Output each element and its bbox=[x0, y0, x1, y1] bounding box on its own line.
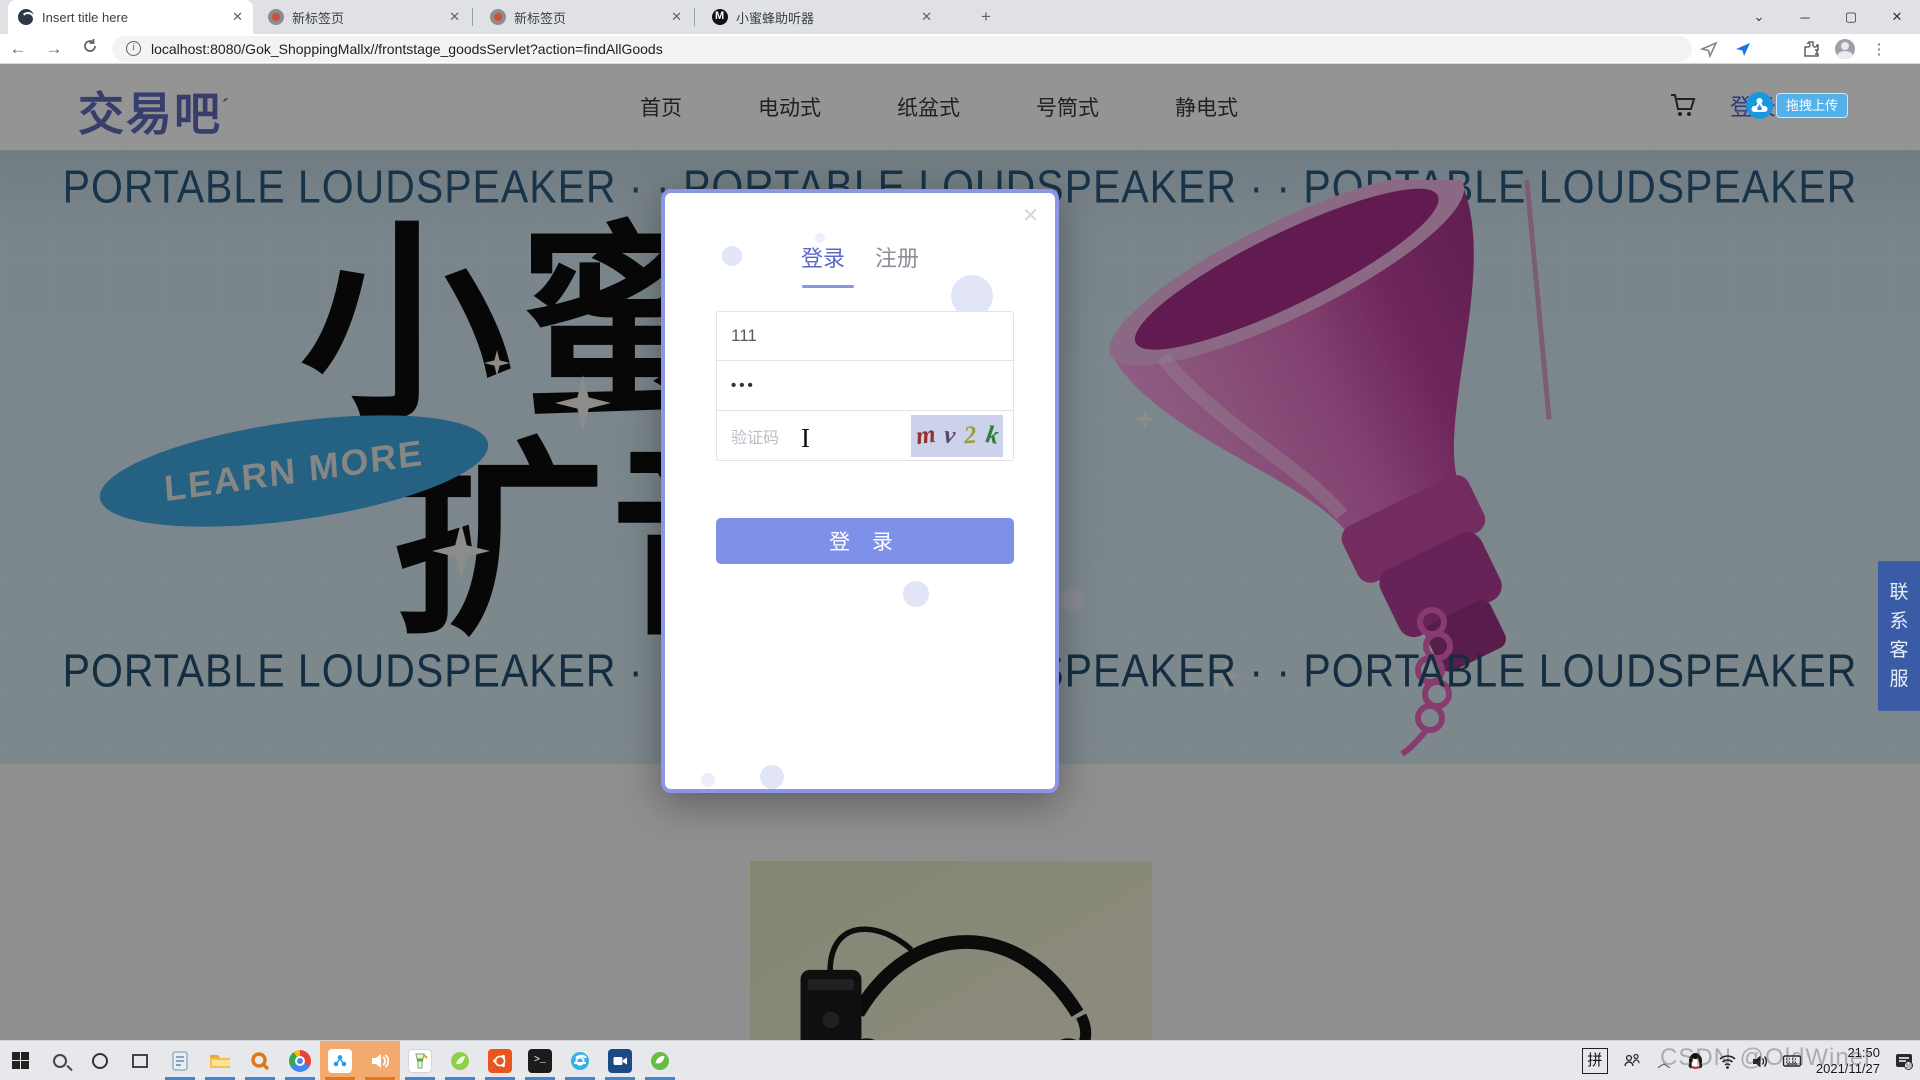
tab-divider bbox=[694, 8, 695, 26]
taskbar-search-icon[interactable] bbox=[40, 1041, 80, 1080]
extensions-puzzle-icon[interactable] bbox=[1794, 40, 1828, 58]
watermark: CSDN @OldWiner bbox=[1660, 1044, 1874, 1071]
profile-avatar[interactable] bbox=[1828, 38, 1862, 59]
share-send-blue-icon[interactable] bbox=[1726, 40, 1760, 58]
browser-menu-icon[interactable]: ⋮ bbox=[1862, 40, 1896, 58]
login-modal: ✕ 登录 注册 111 ••• 验证码 m v 2 k I 登 录 bbox=[661, 189, 1059, 793]
drag-upload-widget[interactable]: 拖拽上传 bbox=[1746, 92, 1849, 119]
bokeh-decoration bbox=[903, 581, 929, 607]
tab-search-chevron-icon[interactable]: ⌄ bbox=[1736, 9, 1782, 25]
baidu-netdisk-app-icon[interactable] bbox=[320, 1041, 360, 1080]
browser-tabstrip: Insert title here ✕ 新标签页 ✕ 新标签页 ✕ 小蜜蜂助听器… bbox=[0, 0, 1920, 34]
customer-service-bar[interactable]: 联 系 客 服 bbox=[1878, 561, 1920, 711]
tab-close-icon[interactable]: ✕ bbox=[661, 9, 682, 25]
ime-indicator[interactable]: 拼 bbox=[1581, 1048, 1608, 1074]
password-field[interactable]: ••• bbox=[716, 361, 1014, 411]
drag-upload-label[interactable]: 拖拽上传 bbox=[1776, 93, 1849, 118]
login-form-fields: 111 ••• 验证码 m v 2 k bbox=[716, 311, 1014, 461]
start-button[interactable] bbox=[0, 1041, 40, 1080]
cortana-icon[interactable] bbox=[80, 1041, 120, 1080]
taskbar: >_ 拼 ︿ 21:50 2021/11/27 10 bbox=[0, 1040, 1920, 1080]
tab-register[interactable]: 注册 bbox=[875, 241, 919, 273]
notification-center-icon[interactable]: 10 bbox=[1888, 1051, 1920, 1071]
tab-title: Insert title here bbox=[42, 9, 128, 25]
service-char: 客 bbox=[1889, 640, 1909, 661]
tab-close-icon[interactable]: ✕ bbox=[222, 9, 243, 25]
window-controls: ⌄ ─ ▢ ✕ bbox=[1736, 0, 1920, 34]
tab-close-icon[interactable]: ✕ bbox=[911, 9, 932, 25]
tab-title: 新标签页 bbox=[514, 10, 567, 26]
browser-tab-3[interactable]: 新标签页 ✕ bbox=[480, 0, 692, 34]
tab-close-icon[interactable]: ✕ bbox=[439, 9, 460, 25]
tab-title: 新标签页 bbox=[292, 10, 345, 26]
login-submit-button[interactable]: 登 录 bbox=[716, 518, 1014, 564]
new-tab-button[interactable]: + bbox=[975, 7, 997, 29]
close-window-icon[interactable]: ✕ bbox=[1874, 9, 1920, 25]
ie-app-icon[interactable] bbox=[560, 1041, 600, 1080]
people-icon[interactable] bbox=[1616, 1052, 1648, 1070]
ubuntu-app-icon[interactable] bbox=[480, 1041, 520, 1080]
browser-toolbar: ← → i localhost:8080/Gok_ShoppingMallx//… bbox=[0, 34, 1920, 64]
send-icon[interactable] bbox=[1692, 40, 1726, 58]
service-char: 系 bbox=[1889, 611, 1909, 632]
modal-tabs: 登录 注册 bbox=[665, 241, 1055, 273]
tab-title: 小蜜蜂助听器 bbox=[736, 10, 815, 26]
tab-favicon bbox=[268, 9, 284, 25]
active-tab-underline bbox=[802, 285, 854, 288]
tab-divider bbox=[472, 8, 473, 26]
back-icon[interactable]: ← bbox=[0, 39, 36, 59]
service-char: 服 bbox=[1889, 669, 1909, 690]
password-value: ••• bbox=[731, 377, 756, 394]
task-view-icon[interactable] bbox=[120, 1041, 160, 1080]
tab-favicon bbox=[18, 9, 35, 26]
screen: Insert title here ✕ 新标签页 ✕ 新标签页 ✕ 小蜜蜂助听器… bbox=[0, 0, 1920, 1080]
bokeh-decoration bbox=[701, 773, 715, 787]
file-explorer-icon[interactable] bbox=[200, 1041, 240, 1080]
chrome-app-icon[interactable] bbox=[280, 1041, 320, 1080]
captcha-image[interactable]: m v 2 k bbox=[911, 415, 1003, 457]
text-cursor: I bbox=[801, 423, 810, 453]
reload-icon[interactable] bbox=[72, 38, 108, 59]
ide-app-icon[interactable] bbox=[400, 1041, 440, 1080]
terminal-app-icon[interactable]: >_ bbox=[520, 1041, 560, 1080]
maximize-icon[interactable]: ▢ bbox=[1828, 9, 1874, 25]
minimize-icon[interactable]: ─ bbox=[1782, 10, 1828, 25]
browser-tab-2[interactable]: 新标签页 ✕ bbox=[258, 0, 470, 34]
tab-login[interactable]: 登录 bbox=[801, 241, 845, 273]
modal-close-icon[interactable]: ✕ bbox=[1022, 203, 1039, 228]
tab-favicon bbox=[712, 9, 728, 25]
netdisk-cloud-icon bbox=[1746, 92, 1773, 119]
volume-mixer-app-icon[interactable] bbox=[360, 1041, 400, 1080]
captcha-placeholder: 验证码 bbox=[731, 429, 780, 447]
picpick-app-icon[interactable] bbox=[240, 1041, 280, 1080]
video-meeting-app-icon[interactable] bbox=[600, 1041, 640, 1080]
svg-text:10: 10 bbox=[1905, 1063, 1911, 1069]
username-field[interactable]: 111 bbox=[716, 311, 1014, 361]
username-value: 111 bbox=[731, 326, 757, 345]
tab-favicon bbox=[490, 9, 506, 25]
service-char: 联 bbox=[1889, 582, 1909, 603]
bokeh-decoration bbox=[760, 765, 784, 789]
browser-tab-active[interactable]: Insert title here ✕ bbox=[8, 0, 253, 34]
url-text[interactable]: localhost:8080/Gok_ShoppingMallx//fronts… bbox=[151, 41, 663, 57]
green-leaf-app-icon[interactable] bbox=[440, 1041, 480, 1080]
captcha-field[interactable]: 验证码 m v 2 k bbox=[716, 411, 1014, 461]
spring-app-icon[interactable] bbox=[640, 1041, 680, 1080]
notepad-app-icon[interactable] bbox=[160, 1041, 200, 1080]
browser-tab-4[interactable]: 小蜜蜂助听器 ✕ bbox=[702, 0, 942, 34]
forward-icon[interactable]: → bbox=[36, 39, 72, 59]
url-bar[interactable]: i localhost:8080/Gok_ShoppingMallx//fron… bbox=[112, 35, 1692, 62]
page-info-icon[interactable]: i bbox=[126, 41, 141, 56]
